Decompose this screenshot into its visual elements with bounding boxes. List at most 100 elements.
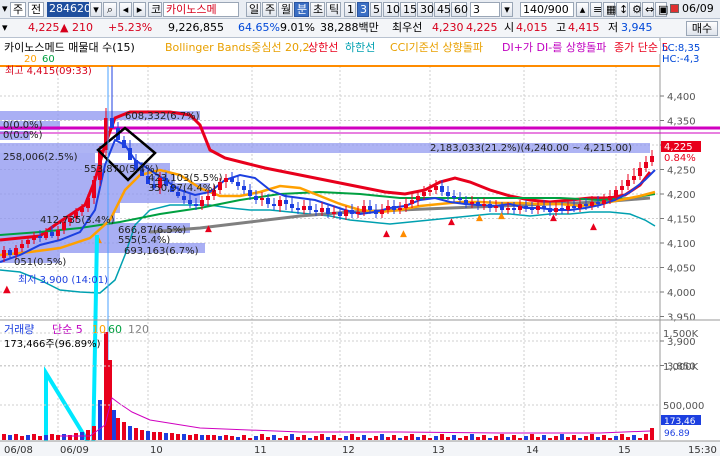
candle-body xyxy=(518,206,522,210)
period-minute-button[interactable]: 분 xyxy=(294,2,309,17)
chart-type-icon[interactable]: ≡ xyxy=(590,2,602,17)
candle-body xyxy=(50,232,54,236)
legend-close[interactable]: 종가 단순 5 xyxy=(614,41,668,54)
legend-volume-profile[interactable]: 카이노스메드 매물대 수(15) xyxy=(4,41,135,54)
buy-signal-icon: ▲ xyxy=(205,224,212,234)
volume-bar xyxy=(650,428,654,440)
volume-ma10[interactable]: 10 xyxy=(92,323,106,336)
candle-body xyxy=(614,190,618,196)
volume-ma120[interactable]: 120 xyxy=(128,323,149,336)
interval-input[interactable]: 3 xyxy=(470,2,500,17)
period-day-button[interactable]: 일 xyxy=(246,2,261,17)
legend-upper[interactable]: 상한선 xyxy=(308,41,338,54)
period-week-button[interactable]: 주 xyxy=(262,2,277,17)
code-type-button[interactable]: 코 xyxy=(148,2,162,17)
stock-name-field[interactable]: 카이노스메 xyxy=(163,2,239,17)
zone-label: 608,332(6.7%) xyxy=(125,111,200,122)
volume-label[interactable]: 거래량 xyxy=(4,323,34,336)
high-label: 고 xyxy=(556,21,567,34)
candle-body xyxy=(368,206,372,210)
zone-label: 051(0.5%) xyxy=(14,257,66,268)
candle-body xyxy=(128,148,132,160)
quote-dropdown-icon[interactable]: ▾ xyxy=(2,21,8,36)
price-axis-label: 4,350 xyxy=(667,117,696,128)
turnover-ratio: 64.65% xyxy=(238,21,280,34)
candle-body xyxy=(524,206,528,208)
checkbox-icon[interactable] xyxy=(670,4,679,13)
minute-10-button[interactable]: 10 xyxy=(383,2,400,17)
save-icon[interactable]: ▣ xyxy=(655,2,668,17)
candle-body xyxy=(284,200,288,204)
ratio-2: 9.01% xyxy=(280,21,315,34)
candle-body xyxy=(254,196,258,200)
volume-bar xyxy=(128,426,132,440)
minute-5-button[interactable]: 5 xyxy=(370,2,382,17)
candle-body xyxy=(596,202,600,204)
candle-body xyxy=(404,204,408,208)
candle-body xyxy=(2,250,6,258)
stock-code-input[interactable]: 284620 xyxy=(47,2,91,17)
legend-di[interactable]: DI+가 DI-를 상향돌파 xyxy=(502,41,606,54)
minute-15-button[interactable]: 15 xyxy=(400,2,417,17)
price-chart[interactable]: ▲ ▲ ▲ ▲ ▲ ▲ ▲ ▲ ▲ ▲ 608,332(6.7%) 0(0.0%… xyxy=(0,38,720,456)
volume-axis-label: 1,000K xyxy=(663,362,699,373)
zone-label: 258,006(2.5%) xyxy=(3,152,78,163)
candle-body xyxy=(194,204,198,206)
zoom-icon[interactable]: ↕ xyxy=(616,2,628,17)
volume-bar xyxy=(386,437,390,440)
legend-cci[interactable]: CCI기준선 상향돌파 xyxy=(390,41,483,54)
buy-button[interactable]: 매수 xyxy=(686,21,718,36)
count-up-icon[interactable]: ▴ xyxy=(576,2,589,17)
candle-body xyxy=(362,206,366,212)
volume-bar xyxy=(476,437,480,440)
period-second-button[interactable]: 초 xyxy=(310,2,325,17)
buy-signal-icon: ▲ xyxy=(400,229,407,239)
volume-bar xyxy=(236,437,240,440)
candle-body xyxy=(224,178,228,182)
grid-icon[interactable]: ▦ xyxy=(603,2,616,17)
volume-ma-label[interactable]: 단순 5 xyxy=(52,323,83,336)
candle-body xyxy=(272,204,276,206)
date-display[interactable]: 06/09 xyxy=(682,2,714,17)
volume-value: 9,226,855 xyxy=(168,21,224,34)
volume-bar xyxy=(506,437,510,440)
candle-body xyxy=(566,206,570,210)
candle-body xyxy=(296,208,300,210)
price-change-pct: +5.23% xyxy=(108,21,153,34)
volume-bar xyxy=(512,435,516,440)
legend-bollinger[interactable]: Bollinger Bands중심선 20,2 xyxy=(165,41,310,54)
volume-ma60[interactable]: 60 xyxy=(108,323,122,336)
zone-label: 0(0.0%) xyxy=(3,130,43,141)
minute-30-button[interactable]: 30 xyxy=(417,2,434,17)
volume-bar xyxy=(314,436,318,440)
minute-60-button[interactable]: 60 xyxy=(451,2,468,17)
volume-bar xyxy=(112,410,116,440)
type-select[interactable]: 주 xyxy=(10,2,26,17)
candle-body xyxy=(608,196,612,200)
time-axis-label: 14 xyxy=(526,445,539,456)
period-month-button[interactable]: 월 xyxy=(278,2,293,17)
code-dropdown-icon[interactable]: ▾ xyxy=(90,2,102,17)
minute-1-button[interactable]: 1 xyxy=(344,2,356,17)
volume-bar xyxy=(242,435,246,440)
search-icon[interactable]: ⌕ xyxy=(103,2,117,17)
candle-body xyxy=(578,204,582,208)
interval-dropdown-icon[interactable]: ▾ xyxy=(501,2,513,17)
side-select[interactable]: 전 xyxy=(28,2,44,17)
fit-icon[interactable]: ⇔ xyxy=(642,2,654,17)
open-price: 4,015 xyxy=(516,21,548,34)
volume-bar xyxy=(260,434,264,440)
calendar-checkbox[interactable] xyxy=(670,2,679,17)
legend-ma20[interactable]: 20 xyxy=(24,54,37,65)
legend-lower[interactable]: 하한선 xyxy=(345,40,375,54)
next-icon[interactable]: ▸ xyxy=(133,2,146,17)
period-tick-button[interactable]: 틱 xyxy=(326,2,341,17)
minute-45-button[interactable]: 45 xyxy=(434,2,451,17)
dropdown-icon[interactable]: ▾ xyxy=(2,2,8,17)
count-display[interactable]: 140/900 xyxy=(520,2,574,17)
tool-icon[interactable]: ⚙ xyxy=(629,2,642,17)
prev-icon[interactable]: ◂ xyxy=(119,2,132,17)
volume-bar xyxy=(458,438,462,440)
legend-ma60[interactable]: 60 xyxy=(42,54,55,65)
minute-3-button[interactable]: 3 xyxy=(357,2,369,17)
